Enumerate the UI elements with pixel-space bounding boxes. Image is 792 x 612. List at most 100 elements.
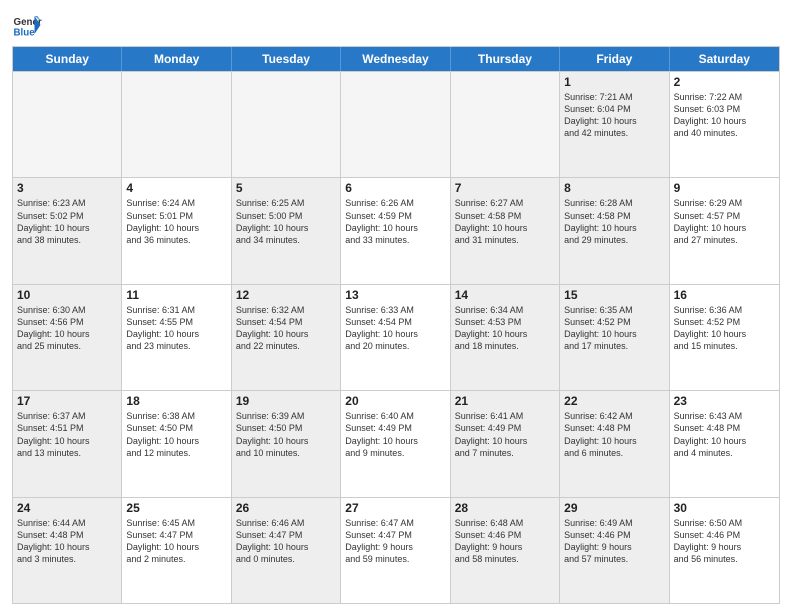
day-number: 18	[126, 394, 226, 408]
day-number: 4	[126, 181, 226, 195]
day-number: 24	[17, 501, 117, 515]
page-header: General Blue	[12, 10, 780, 40]
day-info: Sunrise: 6:32 AM Sunset: 4:54 PM Dayligh…	[236, 304, 336, 353]
calendar-cell-1-1: 4 Sunrise: 6:24 AM Sunset: 5:01 PM Daylig…	[122, 178, 231, 283]
day-number: 21	[455, 394, 555, 408]
day-number: 23	[674, 394, 775, 408]
day-info: Sunrise: 7:22 AM Sunset: 6:03 PM Dayligh…	[674, 91, 775, 140]
day-info: Sunrise: 6:38 AM Sunset: 4:50 PM Dayligh…	[126, 410, 226, 459]
weekday-header-friday: Friday	[560, 47, 669, 71]
calendar-cell-3-5: 22Sunrise: 6:42 AM Sunset: 4:48 PM Dayli…	[560, 391, 669, 496]
day-number: 10	[17, 288, 117, 302]
calendar-row-0: 1 Sunrise: 7:21 AM Sunset: 6:04 PM Daylig…	[13, 71, 779, 177]
day-number: 9	[674, 181, 775, 195]
calendar-cell-0-6: 2Sunrise: 7:22 AM Sunset: 6:03 PM Daylig…	[670, 72, 779, 177]
calendar-cell-2-1: 11 Sunrise: 6:31 AM Sunset: 4:55 PM Dayli…	[122, 285, 231, 390]
day-info: Sunrise: 6:41 AM Sunset: 4:49 PM Dayligh…	[455, 410, 555, 459]
calendar: SundayMondayTuesdayWednesdayThursdayFrid…	[12, 46, 780, 604]
day-info: Sunrise: 6:43 AM Sunset: 4:48 PM Dayligh…	[674, 410, 775, 459]
calendar-header: SundayMondayTuesdayWednesdayThursdayFrid…	[13, 47, 779, 71]
day-info: Sunrise: 6:23 AM Sunset: 5:02 PM Dayligh…	[17, 197, 117, 246]
calendar-cell-4-6: 30Sunrise: 6:50 AM Sunset: 4:46 PM Dayli…	[670, 498, 779, 603]
calendar-cell-3-6: 23 Sunrise: 6:43 AM Sunset: 4:48 PM Dayli…	[670, 391, 779, 496]
weekday-header-saturday: Saturday	[670, 47, 779, 71]
page-container: General Blue SundayMondayTuesdayWednesda…	[0, 0, 792, 612]
day-info: Sunrise: 6:31 AM Sunset: 4:55 PM Dayligh…	[126, 304, 226, 353]
day-info: Sunrise: 6:30 AM Sunset: 4:56 PM Dayligh…	[17, 304, 117, 353]
day-number: 19	[236, 394, 336, 408]
day-number: 13	[345, 288, 445, 302]
calendar-row-4: 24 Sunrise: 6:44 AM Sunset: 4:48 PM Dayli…	[13, 497, 779, 603]
day-info: Sunrise: 6:49 AM Sunset: 4:46 PM Dayligh…	[564, 517, 664, 566]
day-info: Sunrise: 6:25 AM Sunset: 5:00 PM Dayligh…	[236, 197, 336, 246]
calendar-cell-4-5: 29 Sunrise: 6:49 AM Sunset: 4:46 PM Dayli…	[560, 498, 669, 603]
weekday-header-wednesday: Wednesday	[341, 47, 450, 71]
calendar-cell-3-2: 19 Sunrise: 6:39 AM Sunset: 4:50 PM Dayli…	[232, 391, 341, 496]
day-number: 25	[126, 501, 226, 515]
calendar-cell-1-0: 3 Sunrise: 6:23 AM Sunset: 5:02 PM Daylig…	[13, 178, 122, 283]
calendar-cell-2-4: 14 Sunrise: 6:34 AM Sunset: 4:53 PM Dayli…	[451, 285, 560, 390]
calendar-cell-0-1	[122, 72, 231, 177]
calendar-cell-1-5: 8 Sunrise: 6:28 AM Sunset: 4:58 PM Daylig…	[560, 178, 669, 283]
day-number: 29	[564, 501, 664, 515]
day-info: Sunrise: 6:47 AM Sunset: 4:47 PM Dayligh…	[345, 517, 445, 566]
logo-icon: General Blue	[12, 10, 42, 40]
day-number: 28	[455, 501, 555, 515]
calendar-cell-2-3: 13Sunrise: 6:33 AM Sunset: 4:54 PM Dayli…	[341, 285, 450, 390]
day-info: Sunrise: 6:35 AM Sunset: 4:52 PM Dayligh…	[564, 304, 664, 353]
day-number: 1	[564, 75, 664, 89]
calendar-row-2: 10 Sunrise: 6:30 AM Sunset: 4:56 PM Dayli…	[13, 284, 779, 390]
weekday-header-sunday: Sunday	[13, 47, 122, 71]
day-number: 26	[236, 501, 336, 515]
day-info: Sunrise: 6:42 AM Sunset: 4:48 PM Dayligh…	[564, 410, 664, 459]
day-number: 8	[564, 181, 664, 195]
calendar-cell-3-1: 18 Sunrise: 6:38 AM Sunset: 4:50 PM Dayli…	[122, 391, 231, 496]
calendar-cell-2-2: 12 Sunrise: 6:32 AM Sunset: 4:54 PM Dayli…	[232, 285, 341, 390]
weekday-header-tuesday: Tuesday	[232, 47, 341, 71]
day-info: Sunrise: 6:36 AM Sunset: 4:52 PM Dayligh…	[674, 304, 775, 353]
day-number: 15	[564, 288, 664, 302]
day-number: 7	[455, 181, 555, 195]
calendar-cell-0-0	[13, 72, 122, 177]
calendar-body: 1 Sunrise: 7:21 AM Sunset: 6:04 PM Daylig…	[13, 71, 779, 603]
calendar-cell-2-0: 10 Sunrise: 6:30 AM Sunset: 4:56 PM Dayli…	[13, 285, 122, 390]
day-info: Sunrise: 6:44 AM Sunset: 4:48 PM Dayligh…	[17, 517, 117, 566]
calendar-cell-0-2	[232, 72, 341, 177]
day-info: Sunrise: 6:50 AM Sunset: 4:46 PM Dayligh…	[674, 517, 775, 566]
day-number: 16	[674, 288, 775, 302]
calendar-cell-4-1: 25 Sunrise: 6:45 AM Sunset: 4:47 PM Dayli…	[122, 498, 231, 603]
calendar-cell-2-6: 16 Sunrise: 6:36 AM Sunset: 4:52 PM Dayli…	[670, 285, 779, 390]
day-info: Sunrise: 6:34 AM Sunset: 4:53 PM Dayligh…	[455, 304, 555, 353]
day-number: 17	[17, 394, 117, 408]
day-info: Sunrise: 6:27 AM Sunset: 4:58 PM Dayligh…	[455, 197, 555, 246]
day-info: Sunrise: 6:46 AM Sunset: 4:47 PM Dayligh…	[236, 517, 336, 566]
logo: General Blue	[12, 10, 46, 40]
calendar-cell-3-4: 21 Sunrise: 6:41 AM Sunset: 4:49 PM Dayli…	[451, 391, 560, 496]
day-number: 14	[455, 288, 555, 302]
calendar-cell-4-2: 26 Sunrise: 6:46 AM Sunset: 4:47 PM Dayli…	[232, 498, 341, 603]
day-number: 12	[236, 288, 336, 302]
calendar-cell-4-0: 24 Sunrise: 6:44 AM Sunset: 4:48 PM Dayli…	[13, 498, 122, 603]
svg-text:Blue: Blue	[14, 28, 36, 39]
calendar-cell-3-3: 20Sunrise: 6:40 AM Sunset: 4:49 PM Dayli…	[341, 391, 450, 496]
calendar-row-1: 3 Sunrise: 6:23 AM Sunset: 5:02 PM Daylig…	[13, 177, 779, 283]
calendar-cell-0-4	[451, 72, 560, 177]
calendar-cell-4-4: 28Sunrise: 6:48 AM Sunset: 4:46 PM Dayli…	[451, 498, 560, 603]
weekday-header-monday: Monday	[122, 47, 231, 71]
day-number: 11	[126, 288, 226, 302]
calendar-cell-0-3	[341, 72, 450, 177]
day-info: Sunrise: 6:26 AM Sunset: 4:59 PM Dayligh…	[345, 197, 445, 246]
calendar-cell-4-3: 27Sunrise: 6:47 AM Sunset: 4:47 PM Dayli…	[341, 498, 450, 603]
day-number: 6	[345, 181, 445, 195]
day-number: 3	[17, 181, 117, 195]
day-number: 5	[236, 181, 336, 195]
day-info: Sunrise: 6:45 AM Sunset: 4:47 PM Dayligh…	[126, 517, 226, 566]
calendar-cell-2-5: 15 Sunrise: 6:35 AM Sunset: 4:52 PM Dayli…	[560, 285, 669, 390]
day-info: Sunrise: 7:21 AM Sunset: 6:04 PM Dayligh…	[564, 91, 664, 140]
calendar-cell-1-3: 6 Sunrise: 6:26 AM Sunset: 4:59 PM Daylig…	[341, 178, 450, 283]
day-info: Sunrise: 6:39 AM Sunset: 4:50 PM Dayligh…	[236, 410, 336, 459]
calendar-cell-1-4: 7 Sunrise: 6:27 AM Sunset: 4:58 PM Daylig…	[451, 178, 560, 283]
calendar-cell-1-6: 9Sunrise: 6:29 AM Sunset: 4:57 PM Daylig…	[670, 178, 779, 283]
day-info: Sunrise: 6:28 AM Sunset: 4:58 PM Dayligh…	[564, 197, 664, 246]
day-info: Sunrise: 6:24 AM Sunset: 5:01 PM Dayligh…	[126, 197, 226, 246]
